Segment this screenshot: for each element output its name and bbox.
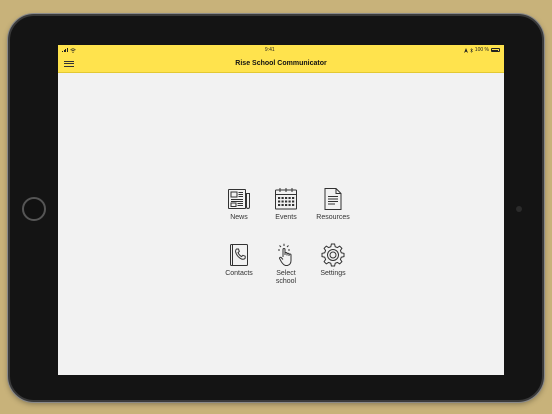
tile-news[interactable]: News xyxy=(215,187,263,222)
tile-label: Resources xyxy=(316,214,350,221)
menu-grid: News Events Resources Contacts Select sc… xyxy=(58,45,504,375)
tile-resources[interactable]: Resources xyxy=(309,187,357,222)
tile-label: Select school xyxy=(275,270,297,285)
gear-icon xyxy=(321,243,345,267)
tile-events[interactable]: Events xyxy=(262,187,310,222)
tile-contacts[interactable]: Contacts xyxy=(215,243,263,278)
tablet-frame: 9:41 100 % Rise School Communicator News… xyxy=(8,14,544,402)
tile-select-school[interactable]: Select school xyxy=(262,243,310,286)
home-button[interactable] xyxy=(22,197,46,221)
tap-hand-icon xyxy=(278,243,292,266)
app-screen: 9:41 100 % Rise School Communicator News… xyxy=(58,45,504,375)
tile-label: News xyxy=(230,214,248,221)
front-camera xyxy=(516,206,522,212)
tile-label: Settings xyxy=(320,270,346,277)
tile-label: Events xyxy=(275,214,297,221)
calendar-icon xyxy=(275,188,297,210)
document-icon xyxy=(324,188,342,210)
phone-book-icon xyxy=(230,244,248,266)
tile-label: Contacts xyxy=(225,270,253,277)
tile-settings[interactable]: Settings xyxy=(309,243,357,278)
newspaper-icon xyxy=(228,189,250,209)
